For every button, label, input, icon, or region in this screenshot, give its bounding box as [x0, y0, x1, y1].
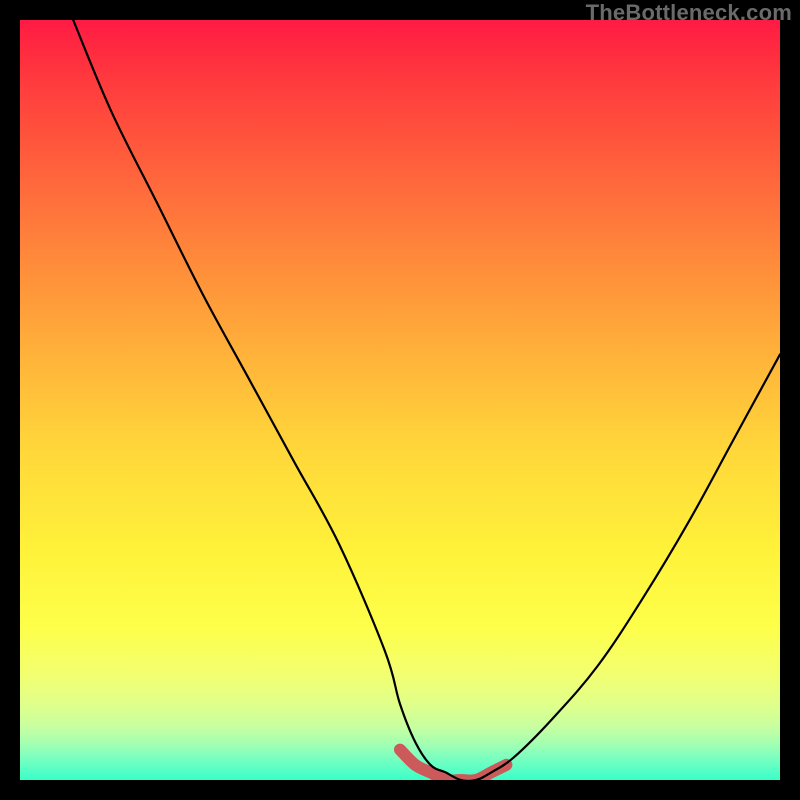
chart-frame: TheBottleneck.com: [0, 0, 800, 800]
watermark-label: TheBottleneck.com: [586, 0, 792, 26]
chart-svg: [20, 20, 780, 780]
chart-gradient-area: [20, 20, 780, 780]
curve-main: [73, 20, 780, 780]
